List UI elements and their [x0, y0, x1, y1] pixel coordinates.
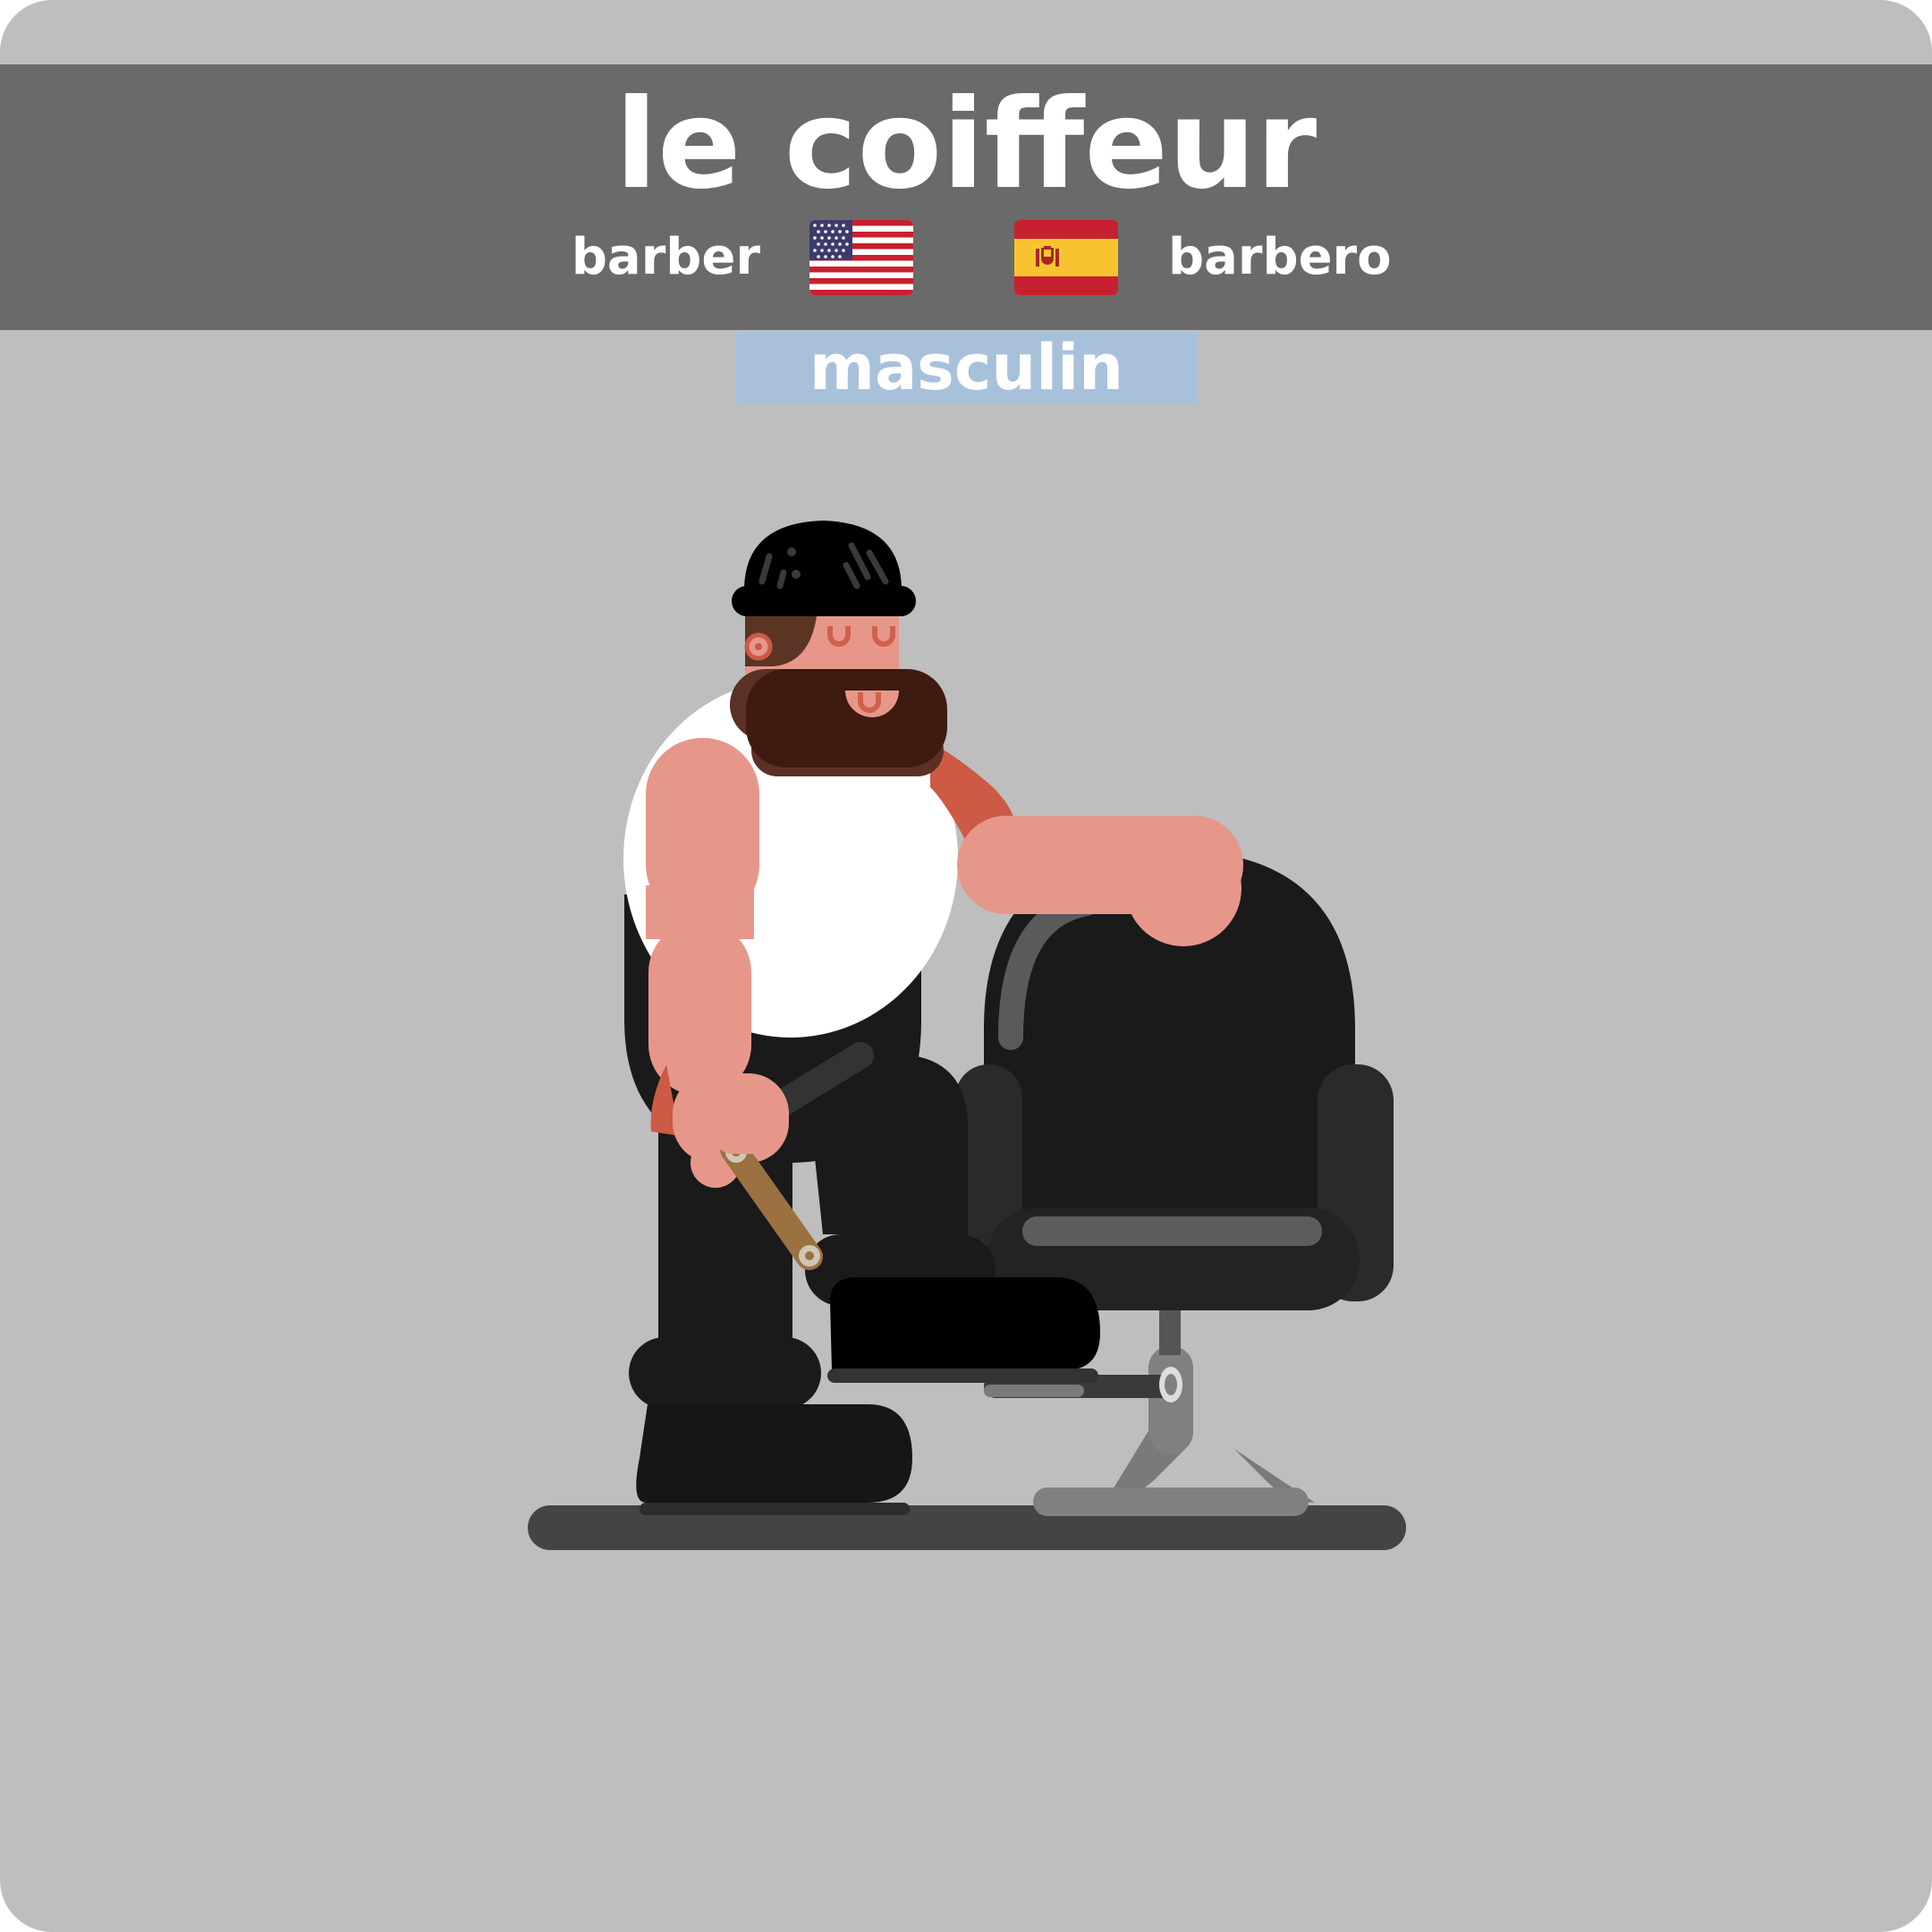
flashcard: le coiffeur barber barbero masculin — [0, 0, 1932, 1932]
gender-label: masculin — [809, 331, 1123, 404]
barber-illustration — [528, 331, 1406, 1550]
